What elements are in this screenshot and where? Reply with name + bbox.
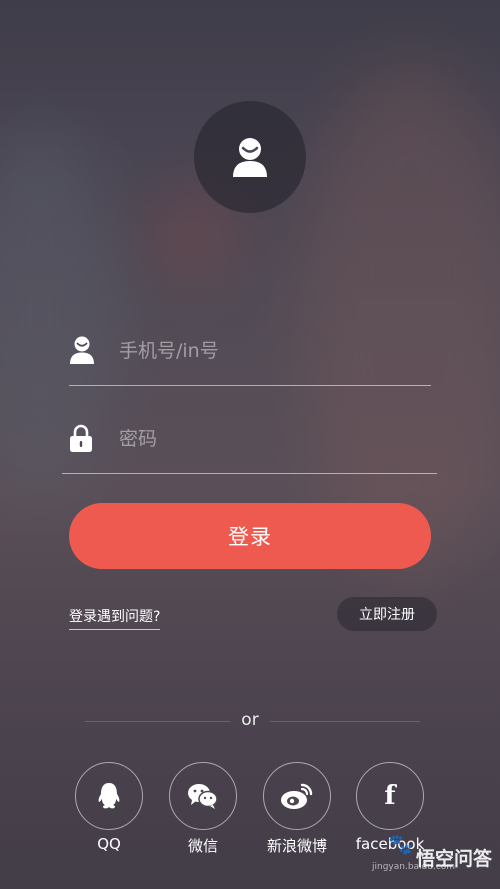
background-blur	[300, 60, 500, 580]
wechat-login-label: 微信	[187, 837, 219, 855]
weibo-login-circle[interactable]	[263, 762, 331, 830]
qq-login-label: QQ	[97, 835, 121, 853]
lock-icon	[70, 424, 92, 452]
wechat-login-circle[interactable]	[169, 762, 237, 830]
facebook-icon: f	[384, 781, 396, 811]
user-icon	[233, 138, 267, 177]
weibo-login-button[interactable]: 新浪微博	[263, 762, 331, 855]
wechat-icon	[188, 784, 218, 809]
login-button[interactable]: 登录	[69, 503, 431, 569]
watermark: 🐾 悟空问答 jingyan.baidu.com	[372, 832, 500, 889]
qq-login-circle[interactable]	[75, 762, 143, 830]
paw-icon: 🐾	[388, 832, 413, 856]
weibo-icon	[281, 783, 313, 809]
password-field[interactable]	[62, 413, 437, 474]
weibo-login-label: 新浪微博	[266, 837, 328, 855]
qq-login-button[interactable]: QQ	[75, 762, 143, 853]
qq-icon	[98, 783, 120, 809]
or-divider-label: or	[241, 710, 259, 730]
divider-line	[85, 721, 230, 722]
facebook-login-button[interactable]: f facebook	[356, 762, 424, 853]
password-input[interactable]	[117, 421, 401, 457]
register-button[interactable]: 立即注册	[337, 597, 437, 631]
divider-line	[270, 721, 420, 722]
user-icon	[70, 336, 94, 364]
username-input[interactable]	[117, 333, 401, 369]
login-trouble-link[interactable]: 登录遇到问题?	[69, 606, 161, 630]
avatar[interactable]	[194, 101, 306, 213]
facebook-login-circle[interactable]: f	[356, 762, 424, 830]
username-field[interactable]	[69, 325, 431, 386]
wechat-login-button[interactable]: 微信	[169, 762, 237, 855]
watermark-url: jingyan.baidu.com	[372, 862, 456, 872]
